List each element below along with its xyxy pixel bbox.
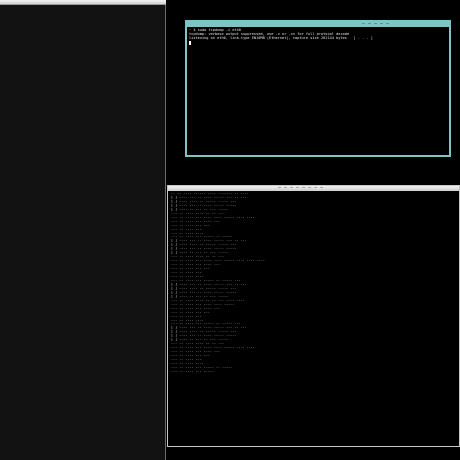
terminal-top-titlebar[interactable]: — — — — — [187, 21, 449, 27]
bottom-strip [167, 447, 460, 460]
terminal-line: --- -- ---- --- ----- [171, 369, 214, 373]
text-cursor [189, 40, 191, 45]
terminal-bottom-titlebar[interactable]: — — — — — — — — [168, 185, 459, 191]
left-window[interactable] [0, 0, 166, 460]
terminal-bottom-title: — — — — — — — — [278, 185, 324, 191]
left-window-titlebar[interactable] [0, 0, 166, 5]
terminal-top-output[interactable]: ~ $ sudo tcpdump -i eth0 tcpdump: verbos… [189, 28, 447, 46]
terminal-window-bottom[interactable]: — — — — — — — — -- -- ---- ------ ---- -… [167, 185, 460, 447]
desktop: — — — — — ~ $ sudo tcpdump -i eth0 tcpdu… [0, 0, 460, 460]
terminal-top-title: — — — — — [361, 21, 389, 27]
terminal-bottom-output[interactable]: -- -- ---- ------ ---- ------- -- ----[ … [171, 192, 456, 444]
terminal-window-top[interactable]: — — — — — ~ $ sudo tcpdump -i eth0 tcpdu… [185, 20, 451, 157]
